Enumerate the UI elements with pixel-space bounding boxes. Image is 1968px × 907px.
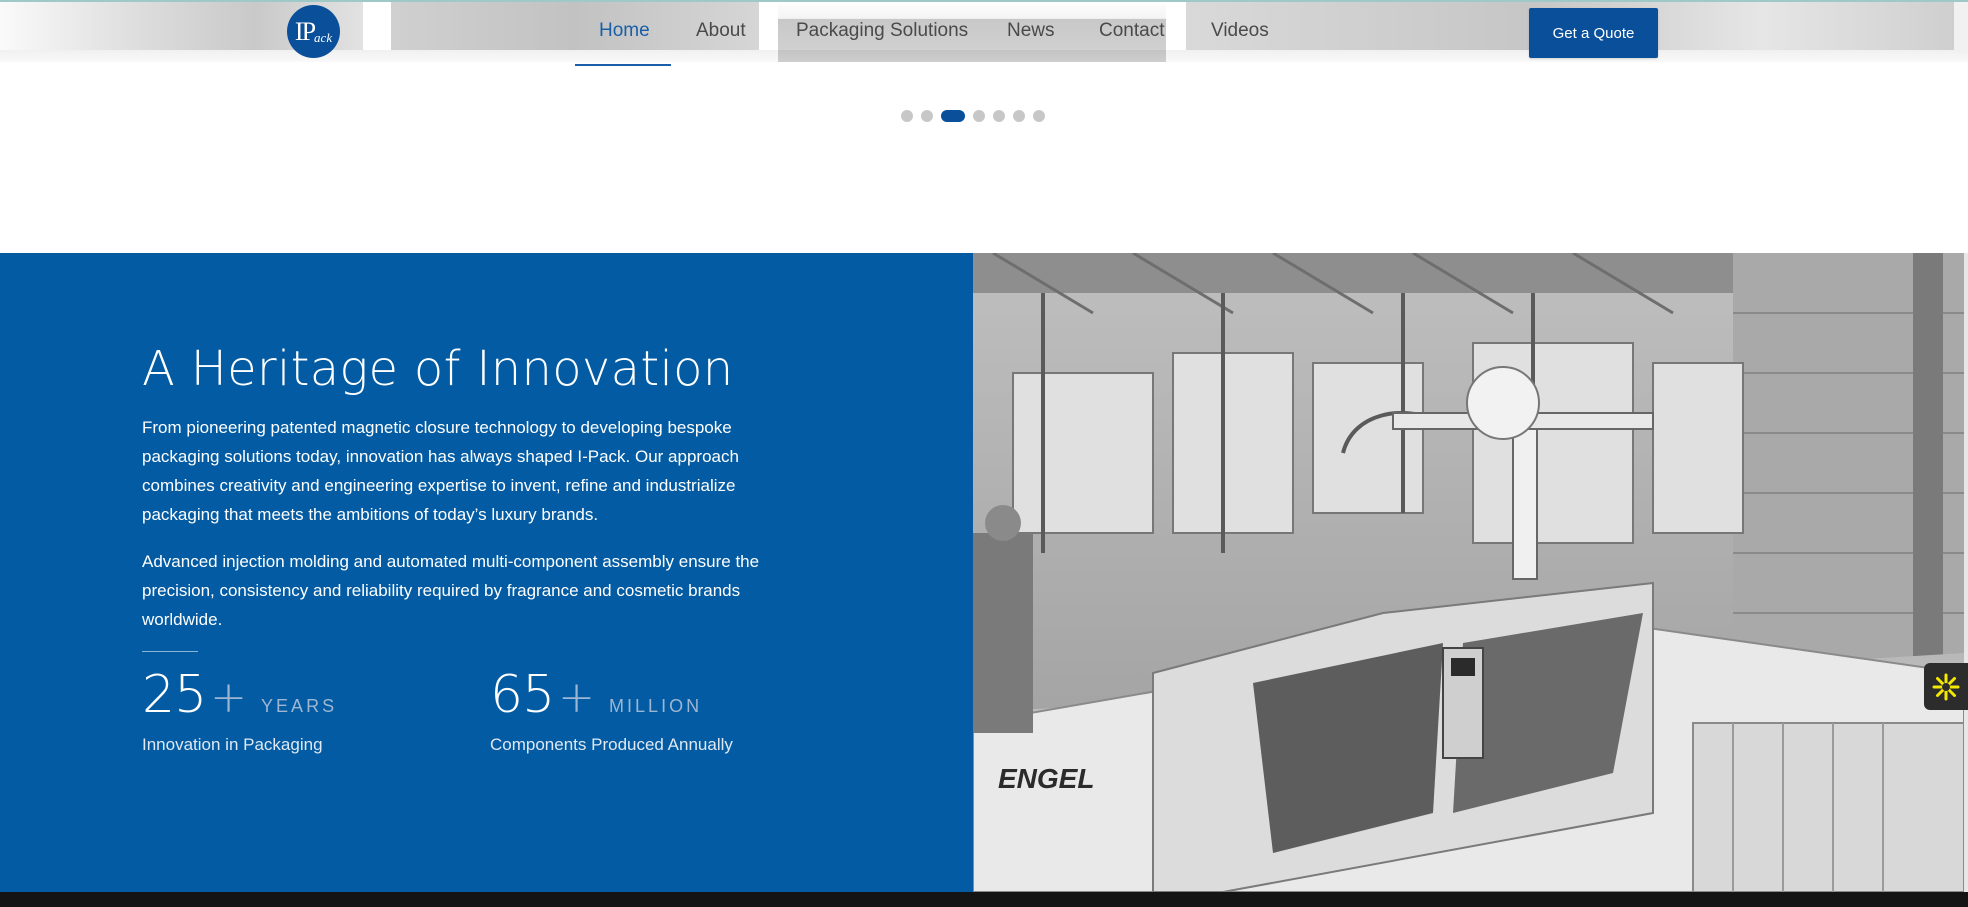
footer-top-edge	[0, 892, 1968, 907]
stat-years: 25 + YEARS Innovation in Packaging	[142, 665, 337, 755]
stat-unit: YEARS	[261, 696, 338, 716]
stat-components: 65 + MILLION Components Produced Annuall…	[490, 665, 733, 755]
sun-icon	[1932, 673, 1960, 700]
nav-contact[interactable]: Contact	[1099, 20, 1164, 42]
nav-home[interactable]: Home	[599, 20, 650, 42]
carousel-dot-3-active[interactable]	[941, 110, 965, 122]
carousel-dot-6[interactable]	[1013, 110, 1025, 122]
factory-illustration: ENGEL	[973, 253, 1964, 892]
carousel-dot-1[interactable]	[901, 110, 913, 122]
carousel-dot-2[interactable]	[921, 110, 933, 122]
stat-number: 65	[490, 665, 555, 725]
page-edge	[1964, 253, 1968, 892]
nav-videos[interactable]: Videos	[1211, 20, 1269, 42]
heritage-paragraph-2: Advanced injection molding and automated…	[142, 552, 760, 629]
stat-number: 25	[142, 665, 207, 725]
nav-about[interactable]: About	[696, 20, 746, 42]
accessibility-widget-button[interactable]	[1924, 663, 1968, 710]
heritage-divider	[142, 651, 198, 652]
stat-label: Components Produced Annually	[490, 735, 733, 754]
nav-packaging-solutions[interactable]: Packaging Solutions	[796, 20, 968, 42]
main-navigation: Home About Packaging Solutions News Cont…	[0, 0, 1968, 66]
carousel-pagination	[901, 110, 1045, 122]
heritage-paragraph-1: From pioneering patented magnetic closur…	[142, 418, 739, 524]
stat-unit: MILLION	[609, 696, 703, 716]
stat-plus-sign: +	[210, 672, 248, 723]
carousel-dot-5[interactable]	[993, 110, 1005, 122]
stat-plus-sign: +	[558, 672, 596, 723]
heritage-title: A Heritage of Innovation	[142, 341, 734, 397]
carousel-dot-7[interactable]	[1033, 110, 1045, 122]
nav-active-indicator	[575, 64, 671, 66]
carousel-dot-4[interactable]	[973, 110, 985, 122]
get-a-quote-button[interactable]: Get a Quote	[1529, 8, 1658, 58]
heritage-section: A Heritage of Innovation From pioneering…	[0, 253, 973, 892]
factory-photo: ENGEL	[973, 253, 1964, 892]
nav-news[interactable]: News	[1007, 20, 1055, 42]
stat-label: Innovation in Packaging	[142, 735, 323, 754]
machine-brand-label: ENGEL	[998, 763, 1094, 794]
